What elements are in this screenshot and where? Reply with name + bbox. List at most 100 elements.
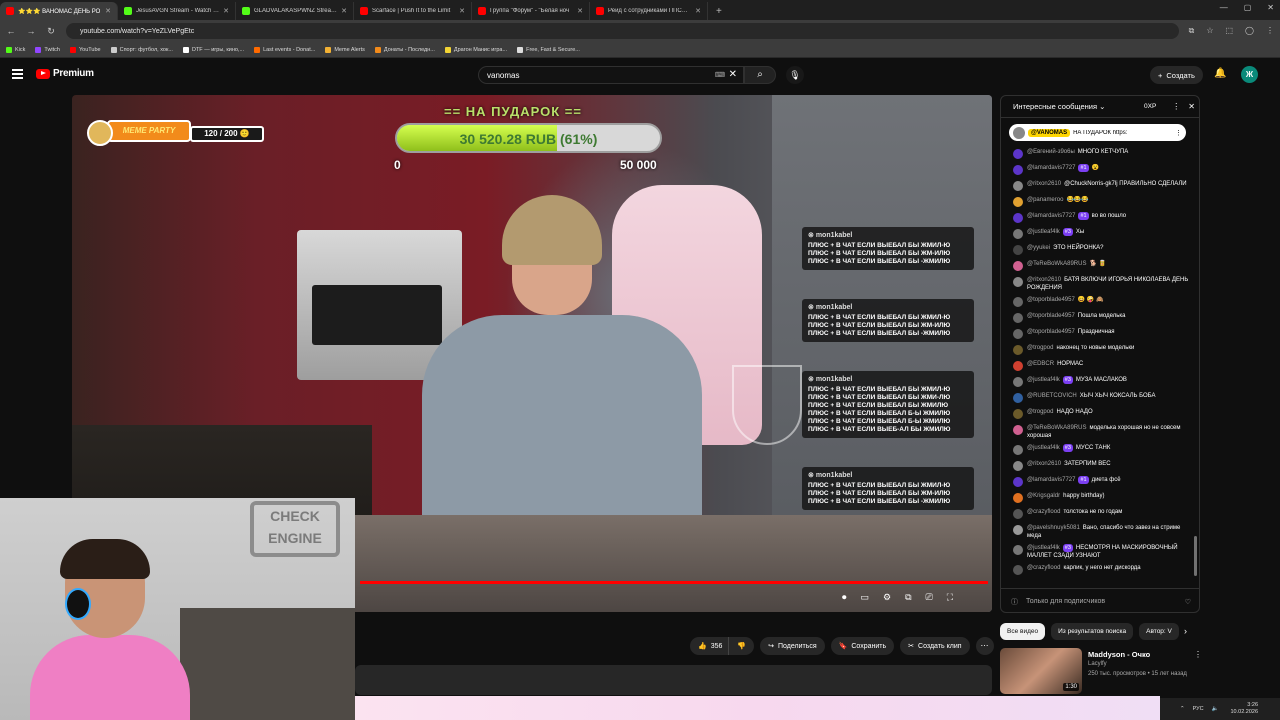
dislike-button[interactable]: 👎 bbox=[728, 637, 755, 655]
chat-avatar[interactable] bbox=[1013, 361, 1023, 371]
xp-badge[interactable]: 0XP bbox=[1144, 103, 1156, 110]
chat-avatar[interactable] bbox=[1013, 525, 1023, 535]
bookmark-item[interactable]: Free, Fast & Secure... bbox=[517, 46, 580, 53]
chat-author[interactable]: @Евгений-з9о6ы bbox=[1027, 149, 1075, 155]
chat-avatar[interactable] bbox=[1013, 261, 1023, 271]
chat-avatar[interactable] bbox=[1013, 461, 1023, 471]
chat-avatar[interactable] bbox=[1013, 545, 1023, 555]
chat-author[interactable]: @toporblade4957 bbox=[1027, 297, 1075, 303]
chat-avatar[interactable] bbox=[1013, 165, 1023, 175]
create-button[interactable]: + Создать bbox=[1150, 66, 1203, 84]
youtube-logo[interactable]: Premium bbox=[36, 68, 94, 79]
minimize-button[interactable]: — bbox=[1220, 3, 1228, 12]
bookmark-item[interactable]: DTF — игры, кино,... bbox=[182, 46, 244, 53]
chat-author[interactable]: @trogpod bbox=[1027, 409, 1053, 415]
fullscreen-icon[interactable]: ⛶ bbox=[947, 592, 953, 603]
chat-message[interactable]: @crazyflood карлик, у него нет дискорда bbox=[1001, 562, 1197, 578]
like-button[interactable]: 👍 356 bbox=[690, 637, 729, 655]
chat-author[interactable]: @lamardavis7727 bbox=[1027, 477, 1075, 483]
browser-tab[interactable]: Scarface | Push It to the Limit ✕ bbox=[354, 2, 472, 20]
chat-avatar[interactable] bbox=[1013, 313, 1023, 323]
chat-avatar[interactable] bbox=[1013, 149, 1023, 159]
video-progress-bar[interactable] bbox=[360, 581, 988, 584]
chat-scrollbar[interactable] bbox=[1194, 536, 1197, 576]
browser-tab[interactable]: GLADVALAKASPWNZ Stream - ✕ bbox=[236, 2, 354, 20]
chat-avatar[interactable] bbox=[1013, 409, 1023, 419]
related-thumbnail[interactable]: 1:30 bbox=[1000, 648, 1082, 694]
install-icon[interactable]: ⧉ bbox=[1189, 26, 1195, 36]
chat-avatar[interactable] bbox=[1013, 329, 1023, 339]
chat-message[interactable]: @justleaf4lk #3 НЕСМОТРЯ НА МАСКИРОВОЧНЫЙ … bbox=[1001, 542, 1197, 562]
chat-author[interactable]: @ritxon2610 bbox=[1027, 461, 1061, 467]
related-more-icon[interactable]: ⋮ bbox=[1194, 650, 1202, 659]
keyboard-icon[interactable]: ⌨ bbox=[715, 71, 725, 79]
chat-author[interactable]: @lamardavis7727 bbox=[1027, 165, 1075, 171]
language-indicator[interactable]: РУС bbox=[1193, 706, 1204, 712]
chat-author[interactable]: @toporblade4957 bbox=[1027, 329, 1075, 335]
chat-message[interactable]: @lamardavis7727 #1 диета фсё bbox=[1001, 474, 1197, 490]
chat-message[interactable]: @Krigsgaldr happy birthday) bbox=[1001, 490, 1197, 506]
search-button[interactable]: ⌕ bbox=[744, 66, 776, 84]
chat-message[interactable]: @crazyflood толстока не по годам bbox=[1001, 506, 1197, 522]
chat-author[interactable]: @TeReBoWkA89RUS bbox=[1027, 261, 1086, 267]
chat-avatar[interactable] bbox=[1013, 345, 1023, 355]
chat-message[interactable]: @lamardavis7727 #1 во во пошло bbox=[1001, 210, 1197, 226]
chat-more-icon[interactable]: ⋮ bbox=[1172, 102, 1180, 111]
browser-tab[interactable]: Группа "Форум" - "Белая ноч ✕ bbox=[472, 2, 590, 20]
chat-avatar[interactable] bbox=[1013, 213, 1023, 223]
pinned-more-icon[interactable]: ⋮ bbox=[1175, 129, 1182, 137]
description-box[interactable] bbox=[355, 665, 992, 695]
info-icon[interactable]: ⓘ bbox=[1011, 597, 1018, 607]
tab-close-icon[interactable]: ✕ bbox=[577, 7, 583, 15]
close-chat-icon[interactable]: ✕ bbox=[1188, 102, 1195, 111]
browser-tab[interactable]: ⭐⭐⭐ ВАНОМАС ДЕНЬ РО ✕ bbox=[0, 2, 118, 20]
pinned-message[interactable]: @VANOMAS НА ПУДАРОК https: ⋮ bbox=[1009, 124, 1186, 141]
bookmark-item[interactable]: Драгон Манис игра... bbox=[444, 46, 507, 53]
chat-author[interactable]: @yyukei bbox=[1027, 245, 1050, 251]
chat-author[interactable]: @trogpod bbox=[1027, 345, 1053, 351]
chat-author[interactable]: @justleaf4lk bbox=[1027, 229, 1060, 235]
close-window-button[interactable]: ✕ bbox=[1267, 3, 1274, 12]
chat-message[interactable]: @pavelshnuyk5081 Вано, спасибо что завез … bbox=[1001, 522, 1197, 542]
bookmark-item[interactable]: Last events - Donat... bbox=[254, 46, 315, 53]
chat-author[interactable]: @RUBETCOVICH bbox=[1027, 393, 1077, 399]
chat-author[interactable]: @panameroo bbox=[1027, 197, 1063, 203]
chat-mode-dropdown[interactable]: Интересные сообщения ⌄ bbox=[1013, 102, 1144, 111]
settings-gear-icon[interactable]: ⚙ bbox=[883, 592, 891, 603]
chat-avatar[interactable] bbox=[1013, 445, 1023, 455]
autoplay-toggle-icon[interactable]: ⏺ bbox=[842, 592, 847, 603]
chat-message[interactable]: @TeReBoWkA89RUS 🐕 🥫 bbox=[1001, 258, 1197, 274]
tray-chevron-icon[interactable]: ⌃ bbox=[1180, 706, 1185, 712]
chat-message[interactable]: @ritxon2610 БАТЯ ВКЛЮЧИ ИГОРЬЯ НИКОЛАЕВА … bbox=[1001, 274, 1197, 294]
clock[interactable]: 3:26 10.02.2026 bbox=[1230, 702, 1258, 716]
notifications-bell-icon[interactable]: 🔔 bbox=[1214, 68, 1226, 79]
subtitles-icon[interactable]: ▭ bbox=[861, 592, 870, 603]
chat-author[interactable]: @toporblade4957 bbox=[1027, 313, 1075, 319]
filter-chip[interactable]: Все видео bbox=[1000, 623, 1046, 640]
bookmark-item[interactable]: Спорт: футбол, хок... bbox=[110, 46, 173, 53]
chat-author[interactable]: @ritxon2610 bbox=[1027, 181, 1061, 187]
cast-icon[interactable]: ⎚ bbox=[926, 592, 933, 603]
browser-tab[interactable]: JesusAVGN Stream - Watch Liv ✕ bbox=[118, 2, 236, 20]
search-input[interactable]: vanomas ⌨ ✕ bbox=[478, 66, 744, 84]
chat-message[interactable]: @ritxon2610 @ChuckNorris-gk7lj ПРАВИЛЬНО … bbox=[1001, 178, 1197, 194]
profile-icon[interactable]: ◯ bbox=[1245, 26, 1254, 36]
related-channel[interactable]: Lacylfy bbox=[1088, 661, 1107, 667]
chat-avatar[interactable] bbox=[1013, 477, 1023, 487]
filter-chip[interactable]: Автор: V bbox=[1139, 623, 1179, 640]
tab-close-icon[interactable]: ✕ bbox=[341, 7, 347, 15]
chips-next-icon[interactable]: › bbox=[1184, 626, 1187, 636]
back-icon[interactable]: ← bbox=[6, 26, 16, 36]
chat-message[interactable]: @TeReBoWkA89RUS моделька хорошая но не со… bbox=[1001, 422, 1197, 442]
new-tab-button[interactable]: + bbox=[708, 6, 730, 20]
filter-chip[interactable]: Из результатов поиска bbox=[1051, 623, 1134, 640]
chat-message[interactable]: @panameroo 😂😂😂 bbox=[1001, 194, 1197, 210]
chat-avatar[interactable] bbox=[1013, 565, 1023, 575]
chat-author[interactable]: @ritxon2610 bbox=[1027, 277, 1061, 283]
chat-message[interactable]: @toporblade4957 Праздничная bbox=[1001, 326, 1197, 342]
extensions-icon[interactable]: ⬚ bbox=[1225, 26, 1233, 36]
chat-avatar[interactable] bbox=[1013, 297, 1023, 307]
chat-author[interactable]: @TeReBoWkA89RUS bbox=[1027, 425, 1086, 431]
chat-avatar[interactable] bbox=[1013, 197, 1023, 207]
bookmark-item[interactable]: Meme Alerts bbox=[325, 46, 365, 53]
